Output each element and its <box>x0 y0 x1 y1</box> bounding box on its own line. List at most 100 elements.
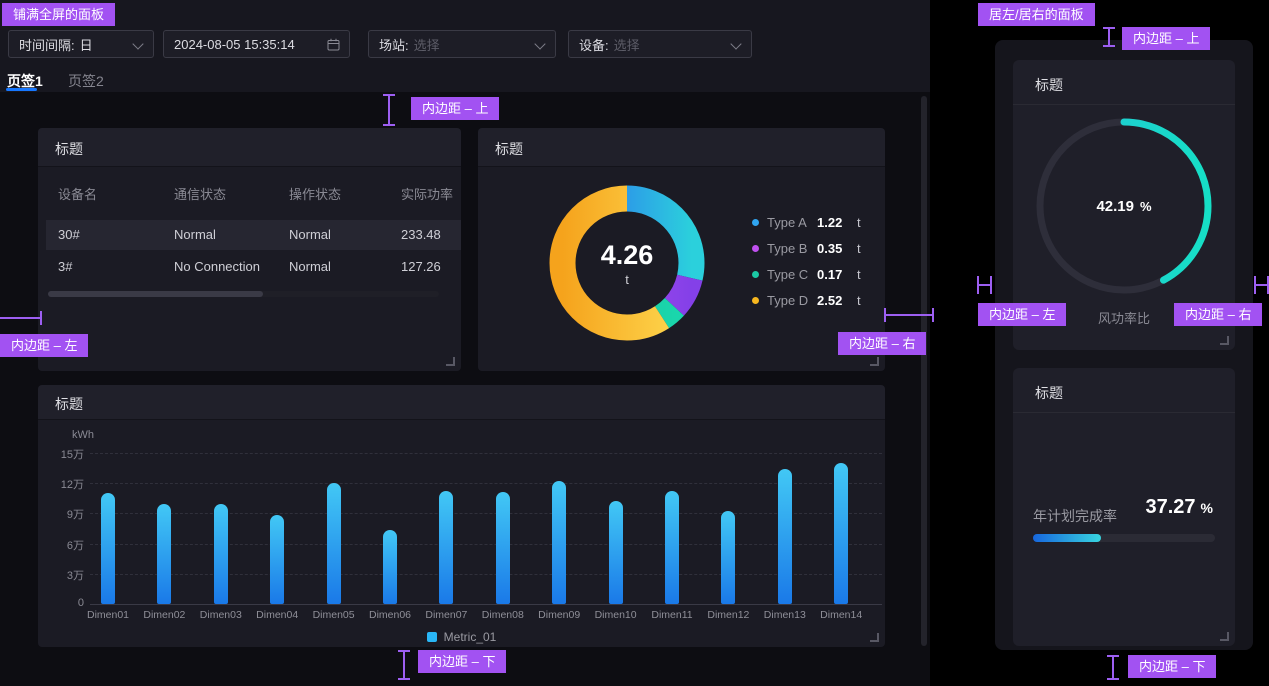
legend-unit: t <box>857 267 861 282</box>
legend-dot <box>752 271 759 278</box>
tab-2[interactable]: 页签2 <box>68 71 104 91</box>
interval-select[interactable]: 时间间隔: 日 <box>8 30 154 58</box>
gridline <box>90 513 882 514</box>
y-axis-tick-label: 6万 <box>38 537 84 553</box>
y-axis-tick-label: 0 <box>38 597 84 609</box>
gauge-chart <box>1029 111 1219 301</box>
resize-handle[interactable] <box>870 357 879 366</box>
measure-marker-vertical <box>1103 27 1115 47</box>
donut-card-title: 标题 <box>495 139 523 159</box>
x-axis-tick-label: Dimen11 <box>640 609 704 621</box>
measure-marker-horizontal <box>0 311 42 325</box>
annotation-padding-left-main: 内边距 – 左 <box>0 334 88 357</box>
x-axis-tick-label: Dimen06 <box>358 609 422 621</box>
vertical-scrollbar[interactable] <box>921 96 927 646</box>
bar <box>439 491 453 604</box>
y-axis-tick-label: 3万 <box>38 567 84 583</box>
legend-name: Type B <box>767 241 817 256</box>
table-cell: Normal <box>174 220 216 250</box>
x-axis-tick-label: Dimen10 <box>584 609 648 621</box>
resize-handle[interactable] <box>870 633 879 642</box>
table-cell: 233.48 <box>401 220 441 250</box>
legend-name: Type D <box>767 293 817 308</box>
measure-marker-vertical <box>398 650 410 680</box>
bar-chart-card: 标题 kWh 15万12万9万6万3万0Dimen01Dimen02Dimen0… <box>38 385 885 647</box>
datetime-input[interactable]: 2024-08-05 15:35:14 <box>163 30 350 58</box>
bar <box>609 501 623 604</box>
gridline <box>90 544 882 545</box>
legend-swatch <box>427 632 437 642</box>
progress-bar-fill <box>1033 534 1101 542</box>
gridline <box>90 483 882 484</box>
bar <box>157 504 171 604</box>
progress-card: 标题 年计划完成率 37.27% <box>1013 368 1235 646</box>
resize-handle[interactable] <box>446 357 455 366</box>
donut-chart <box>544 180 710 346</box>
table-row: 30# Normal Normal 233.48 <box>46 220 461 250</box>
station-placeholder: 选择 <box>414 35 440 54</box>
legend-dot <box>752 245 759 252</box>
x-axis-tick-label: Dimen07 <box>414 609 478 621</box>
active-tab-indicator <box>6 88 37 91</box>
progress-bar-track <box>1033 534 1215 542</box>
annotation-padding-left-right: 内边距 – 左 <box>978 303 1066 326</box>
legend-label: Metric_01 <box>444 630 497 644</box>
x-axis-tick-label: Dimen14 <box>809 609 873 621</box>
table-cell: Normal <box>289 220 331 250</box>
scrollbar-thumb[interactable] <box>48 291 263 297</box>
bar <box>214 504 228 604</box>
gridline <box>90 453 882 454</box>
legend-value: 2.52 <box>817 293 849 308</box>
legend-value: 0.17 <box>817 267 849 282</box>
gridline <box>90 574 882 575</box>
legend-item[interactable]: Type C0.17t <box>752 261 861 287</box>
station-select[interactable]: 场站: 选择 <box>368 30 556 58</box>
horizontal-scrollbar <box>48 291 439 297</box>
table-card: 标题 设备名通信状态操作状态实际功率 30#NormalNormal233.48… <box>38 128 461 371</box>
progress-value-number: 37.27 <box>1145 496 1195 518</box>
legend-item[interactable]: Type B0.35t <box>752 235 861 261</box>
legend-item[interactable]: Type A1.22t <box>752 209 861 235</box>
annotation-padding-bottom-right: 内边距 – 下 <box>1128 655 1216 678</box>
interval-value: 日 <box>80 35 93 54</box>
legend-unit: t <box>857 241 861 256</box>
legend-dot <box>752 297 759 304</box>
donut-card-header: 标题 <box>478 128 885 167</box>
progress-unit: % <box>1201 500 1213 516</box>
legend-dot <box>752 219 759 226</box>
chevron-down-icon <box>730 38 741 49</box>
annotation-padding-right-right: 内边距 – 右 <box>1174 303 1262 326</box>
bar <box>665 491 679 604</box>
table-header-row: 设备名通信状态操作状态实际功率 <box>38 180 461 206</box>
gauge-card-title: 标题 <box>1035 75 1063 95</box>
calendar-icon <box>327 38 340 54</box>
progress-card-header: 标题 <box>1013 368 1235 413</box>
bar-legend[interactable]: Metric_01 <box>38 630 885 644</box>
table-header-cell: 通信状态 <box>174 184 226 203</box>
progress-card-title: 标题 <box>1035 383 1063 403</box>
legend-value: 1.22 <box>817 215 849 230</box>
bar <box>834 463 848 604</box>
device-label: 设备: <box>579 35 609 54</box>
legend-item[interactable]: Type D2.52t <box>752 287 861 313</box>
bar-plot-area: 15万12万9万6万3万0Dimen01Dimen02Dimen03Dimen0… <box>38 385 885 647</box>
x-axis-tick-label: Dimen05 <box>302 609 366 621</box>
resize-handle[interactable] <box>1220 336 1229 345</box>
x-axis-tick-label: Dimen08 <box>471 609 535 621</box>
station-label: 场站: <box>379 35 409 54</box>
x-axis-tick-label: Dimen13 <box>753 609 817 621</box>
device-select[interactable]: 设备: 选择 <box>568 30 752 58</box>
table-cell: 30# <box>58 220 80 250</box>
table-header-cell: 操作状态 <box>289 184 341 203</box>
table-cell: Normal <box>289 252 331 282</box>
annotation-fullscreen-panel: 铺满全屏的面板 <box>2 3 115 26</box>
measure-marker-vertical <box>1107 655 1119 680</box>
annotation-padding-top-main: 内边距 – 上 <box>411 97 499 120</box>
table-card-header: 标题 <box>38 128 461 167</box>
resize-handle[interactable] <box>1220 632 1229 641</box>
bar <box>101 493 115 604</box>
table-cell: 127.26 <box>401 252 441 282</box>
bar <box>496 492 510 604</box>
x-axis-tick-label: Dimen12 <box>696 609 760 621</box>
measure-marker-horizontal <box>884 308 934 322</box>
